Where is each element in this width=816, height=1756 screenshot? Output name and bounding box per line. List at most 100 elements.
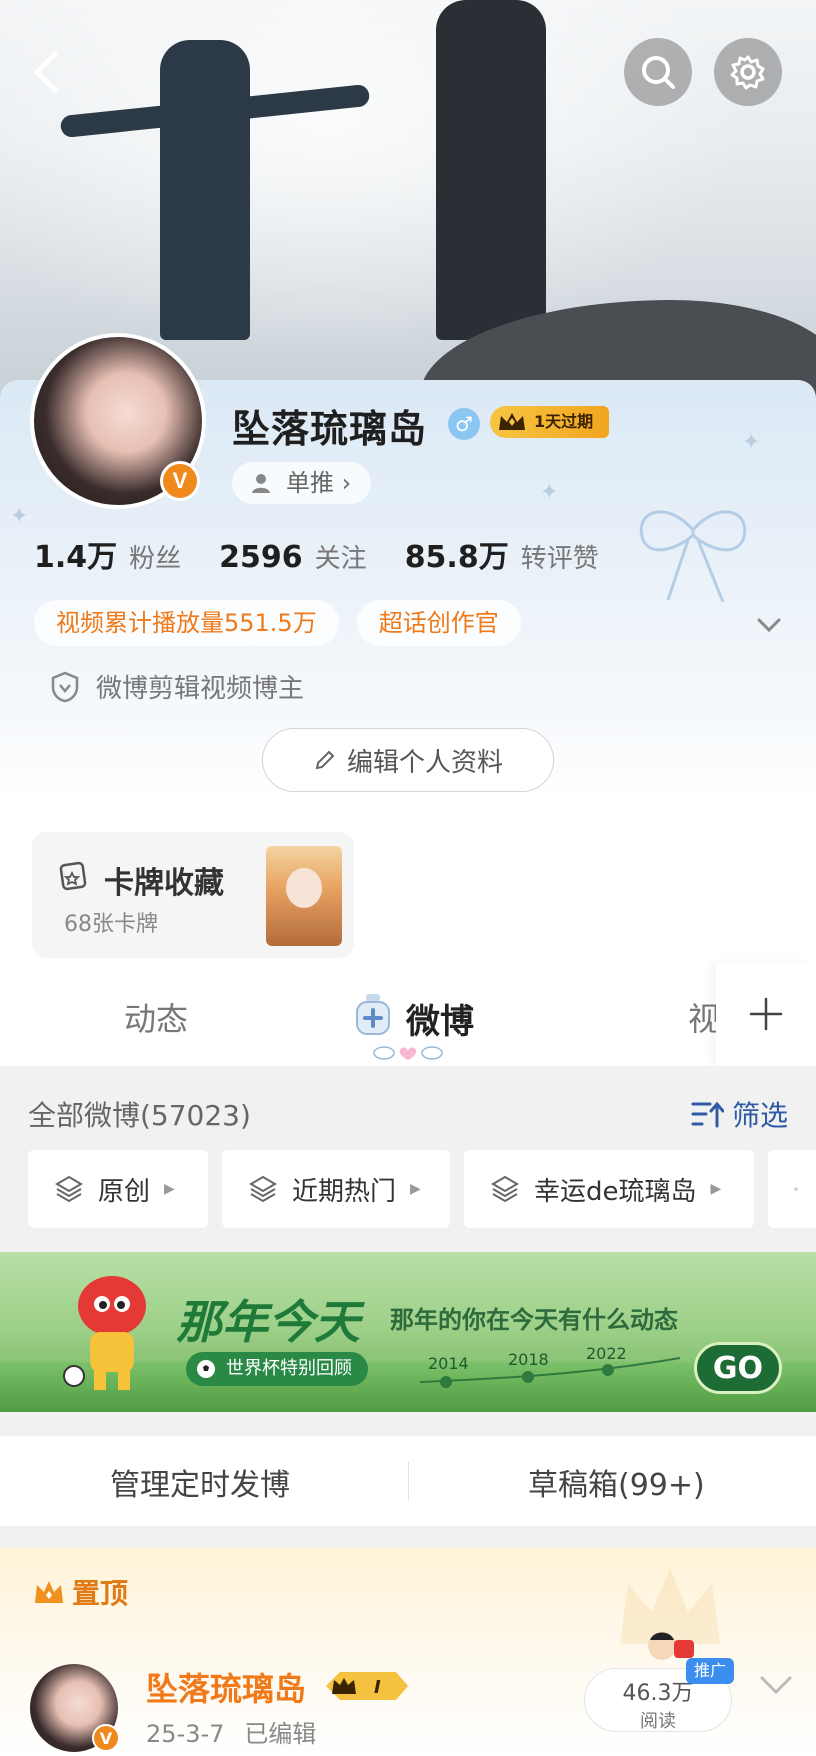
stat-followers[interactable]: 1.4万 粉丝 [34, 532, 181, 576]
stat-label: 关注 [314, 544, 367, 574]
layers-icon [249, 1175, 277, 1203]
filter-label: 筛选 [732, 1099, 789, 1132]
post-author-name[interactable]: 坠落琉璃岛 [146, 1664, 306, 1710]
vip-badge[interactable]: 1天过期 [490, 406, 610, 438]
edit-profile-button[interactable]: 编辑个人资料 [262, 728, 554, 792]
stat-reposts-comments-likes[interactable]: 85.8万 转评赞 [405, 532, 599, 576]
bow-decoration [639, 510, 747, 603]
vip-level-mark: I [374, 1677, 381, 1698]
section-gap [0, 1526, 816, 1548]
stat-label: 转评赞 [520, 544, 599, 574]
shield-icon [51, 671, 79, 702]
banner-figure-right [436, 0, 546, 340]
plus-icon [749, 997, 783, 1031]
profile-stats: 1.4万 粉丝 2596 关注 85.8万 转评赞 [34, 532, 637, 576]
single-push-button[interactable]: 单推 › [232, 462, 372, 504]
verified-badge: V [92, 1724, 120, 1752]
read-count-label: 阅读 [640, 1711, 676, 1732]
card-icon [59, 861, 87, 891]
chevron-down-icon[interactable] [754, 610, 784, 640]
layers-icon [55, 1175, 83, 1203]
sparkle-decoration: ✦ [742, 430, 761, 455]
tag-video-plays[interactable]: 视频累计播放量551.5万 [34, 600, 339, 646]
memories-subtitle: 那年的你在今天有什么动态 [390, 1306, 678, 1334]
tab-weibo[interactable]: 微博 [406, 994, 474, 1043]
verified-badge: V [160, 461, 200, 501]
layers-icon [491, 1175, 519, 1203]
card-thumbnail[interactable] [266, 846, 342, 946]
sparkle-decoration: ✦ [540, 480, 559, 505]
chip-lucky-glass-island[interactable]: 幸运de琉璃岛 ▶ [464, 1150, 754, 1228]
edit-profile-label: 编辑个人资料 [346, 747, 503, 778]
triangle-right-icon: ▶ [710, 1181, 722, 1197]
chip-label: 幸运de琉璃岛 [534, 1176, 697, 1207]
go-button[interactable]: GO [694, 1342, 782, 1394]
post-edited: 已编辑 [244, 1720, 317, 1748]
profile-name: 坠落琉璃岛 [232, 407, 428, 451]
year-2022: 2022 [586, 1344, 627, 1363]
single-push-label: 单推 › [286, 469, 352, 497]
settings-button[interactable] [714, 38, 782, 106]
stat-label: 粉丝 [129, 544, 182, 574]
gear-icon [730, 55, 765, 90]
banner-figure-left [160, 40, 250, 340]
triangle-right-icon: ▶ [164, 1181, 175, 1197]
post-avatar[interactable]: V [30, 1664, 120, 1752]
chip-recent-hot[interactable]: 近期热门 ▶ [222, 1150, 450, 1228]
all-weibo-count: 全部微博(57023) [28, 1099, 251, 1132]
vip-expiry-label: 1天过期 [534, 412, 594, 431]
chip-original[interactable]: 原创 ▶ [28, 1150, 208, 1228]
drafts-button[interactable]: 草稿箱(99+) [528, 1460, 705, 1504]
chip-label: 近期热门 [292, 1176, 397, 1207]
add-tab-button[interactable] [716, 962, 816, 1066]
post-meta: 25-3-7 已编辑 [146, 1714, 316, 1749]
male-icon: ♂ [448, 408, 480, 440]
profile-tags: 视频累计播放量551.5万 超话创作官 [34, 600, 521, 646]
filter-button[interactable]: 筛选 [690, 1094, 788, 1134]
back-button[interactable] [22, 44, 70, 100]
promote-badge[interactable]: 推广 [686, 1658, 735, 1684]
crown-icon [35, 1581, 63, 1603]
tag-supertopic-creator[interactable]: 超话创作官 [356, 600, 521, 646]
divider [408, 1462, 409, 1500]
certification: 微博剪辑视频博主 [50, 668, 304, 705]
chip-overflow[interactable] [768, 1150, 816, 1228]
weibo-mascot-icon [63, 1276, 146, 1390]
stat-number: 1.4万 [34, 540, 118, 575]
crown-icon [494, 406, 530, 438]
chevron-left-icon [34, 51, 58, 93]
year-2018: 2018 [508, 1350, 549, 1369]
soccer-ball-icon [197, 1360, 215, 1378]
vip-level-icon: I [326, 1672, 408, 1700]
search-button[interactable] [624, 38, 692, 106]
certification-label: 微博剪辑视频博主 [96, 674, 305, 704]
tab-moments[interactable]: 动态 [124, 994, 188, 1040]
pinned-label: 置顶 [32, 1572, 128, 1612]
pencil-icon [315, 750, 335, 770]
stat-number: 85.8万 [404, 540, 509, 575]
chevron-down-icon[interactable] [758, 1670, 794, 1698]
triangle-right-icon: ▶ [410, 1181, 421, 1197]
stat-number: 2596 [219, 540, 303, 575]
search-icon [642, 56, 675, 89]
memories-title: 那年今天 [176, 1295, 360, 1349]
chip-label: 原创 [98, 1176, 151, 1207]
filter-icon [691, 1101, 724, 1128]
world-cup-label: 世界杯特别回顾 [226, 1358, 352, 1379]
avatar[interactable]: V [30, 333, 206, 509]
section-gap [0, 1412, 816, 1436]
sparkle-decoration: ✦ [10, 504, 29, 529]
stat-following[interactable]: 2596 关注 [219, 538, 367, 575]
bottle-icon [356, 994, 390, 1035]
year-2014: 2014 [428, 1354, 469, 1373]
pinned-text: 置顶 [72, 1577, 129, 1610]
layers-icon [794, 1187, 798, 1191]
category-chips: 原创 ▶ 近期热门 ▶ 幸运de琉璃岛 ▶ [28, 1150, 816, 1228]
world-cup-pill: 世界杯特别回顾 [186, 1352, 368, 1386]
card-collection-title: 卡牌收藏 [104, 866, 224, 901]
wings-decoration [373, 1046, 443, 1060]
scheduled-posts-button[interactable]: 管理定时发博 [110, 1460, 290, 1504]
post-date: 25-3-7 [146, 1720, 225, 1748]
card-thumbnail-face [286, 868, 322, 908]
user-icon [252, 474, 270, 493]
